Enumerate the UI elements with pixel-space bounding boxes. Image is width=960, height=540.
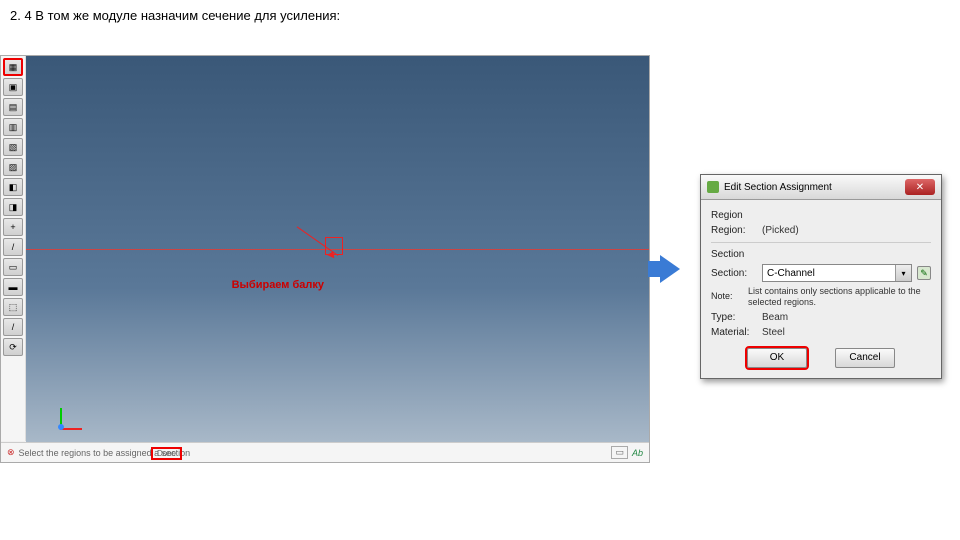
dialog-body: Region Region: (Picked) Section Section:… [701,200,941,378]
orientation-triad [56,400,86,430]
tool-icon[interactable]: ▭ [3,258,23,276]
tool-icon[interactable]: + [3,218,23,236]
page-caption: 2. 4 В том же модуле назначим сечение дл… [10,8,340,23]
section-dropdown[interactable]: C-Channel ▾ [762,264,912,282]
status-bar: ⊗ Select the regions to be assigned a se… [1,442,649,462]
brand-label: Ab [632,448,643,458]
flow-arrow-head-icon [660,255,680,283]
annotation-text: Выбираем балку [232,279,324,291]
tool-icon[interactable]: ▧ [3,138,23,156]
close-button[interactable]: ✕ [905,179,935,195]
create-section-icon[interactable]: ✎ [917,266,931,280]
section-label: Section: [711,268,757,279]
material-label: Material: [711,327,757,338]
status-close-icon[interactable]: ⊗ [7,447,15,458]
done-button[interactable]: Done [151,447,182,460]
region-value: (Picked) [762,225,799,236]
status-tool-icon[interactable]: ▭ [611,446,628,459]
tool-icon[interactable]: ▥ [3,118,23,136]
viewport[interactable]: Выбираем балку [26,56,649,442]
edit-section-dialog: Edit Section Assignment ✕ Region Region:… [700,174,942,379]
cancel-button[interactable]: Cancel [835,348,895,368]
note-label: Note: [711,291,743,302]
tool-icon[interactable]: ◨ [3,198,23,216]
dialog-titlebar[interactable]: Edit Section Assignment ✕ [701,175,941,200]
section-value: C-Channel [767,268,815,279]
dialog-title-text: Edit Section Assignment [724,182,832,193]
tool-icon[interactable]: ▬ [3,278,23,296]
region-group-label: Region [711,210,931,221]
material-value: Steel [762,327,785,338]
tool-icon[interactable]: ⟳ [3,338,23,356]
tool-icon[interactable]: / [3,238,23,256]
ok-button[interactable]: OK [747,348,807,368]
tool-icon[interactable]: ◧ [3,178,23,196]
close-icon: ✕ [916,182,924,193]
chevron-down-icon[interactable]: ▾ [895,265,911,281]
z-axis-icon [58,424,64,430]
left-toolbar: ▦ ▣ ▤ ▥ ▧ ▨ ◧ ◨ + / ▭ ▬ ⬚ / ⟳ [1,56,26,441]
abaqus-window: ▦ ▣ ▤ ▥ ▧ ▨ ◧ ◨ + / ▭ ▬ ⬚ / ⟳ Выбираем б… [0,55,650,463]
tool-icon[interactable]: ▤ [3,98,23,116]
region-label: Region: [711,225,757,236]
type-label: Type: [711,312,757,323]
note-text: List contains only sections applicable t… [748,286,931,308]
tool-icon[interactable]: / [3,318,23,336]
assign-section-icon[interactable]: ▦ [3,58,23,76]
section-group-label: Section [711,249,931,260]
tool-icon[interactable]: ▣ [3,78,23,96]
tool-icon[interactable]: ▨ [3,158,23,176]
tool-icon[interactable]: ⬚ [3,298,23,316]
separator [711,242,931,243]
dialog-title-icon [707,181,719,193]
type-value: Beam [762,312,788,323]
